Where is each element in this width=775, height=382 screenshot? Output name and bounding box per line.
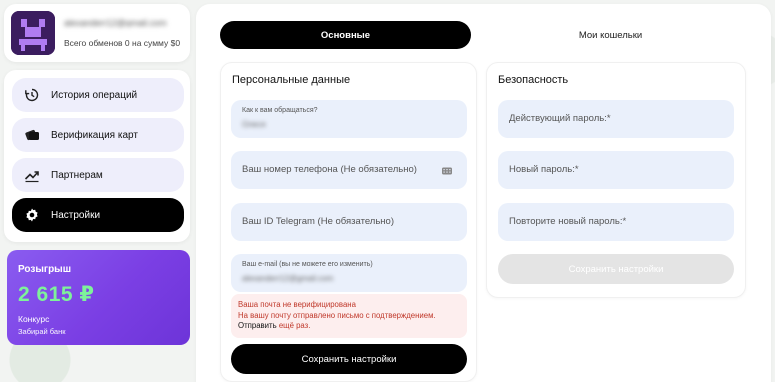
new-password-field[interactable]: Новый пароль:*: [498, 151, 734, 189]
tab-general[interactable]: Основные: [220, 21, 471, 49]
avatar: [11, 11, 55, 55]
settings-panel: Основные Мои кошельки Персональные данны…: [196, 4, 771, 382]
giveaway-subtitle: Забирай банк: [18, 327, 66, 336]
profile-stats: Всего обменов 0 на сумму $0: [64, 38, 181, 48]
sidebar-menu: История операций Верификация карт Партне…: [4, 70, 190, 242]
repeat-password-placeholder: Повторите новый пароль:*: [509, 216, 627, 227]
email-field-label: Ваш e-mail (вы не можете его изменить): [242, 261, 373, 268]
current-password-placeholder: Действующий пароль:*: [509, 113, 611, 124]
name-field-value: Олеся: [242, 120, 266, 129]
new-password-placeholder: Новый пароль:*: [509, 164, 579, 175]
repeat-password-field[interactable]: Повторите новый пароль:*: [498, 203, 734, 241]
telegram-field-placeholder: Ваш ID Telegram (Не обязательно): [242, 216, 394, 227]
email-field-value: alexanderr12@gmail.com: [242, 274, 334, 283]
notice-line-1: Ваша почта не верифицирована: [238, 300, 356, 309]
security-section: Безопасность Действующий пароль:* Новый …: [486, 62, 746, 298]
history-icon: [24, 87, 40, 103]
save-security-button[interactable]: Сохранить настройки: [498, 254, 734, 284]
avatar-icon: [11, 11, 55, 55]
name-field-label: Как к вам обращаться?: [242, 107, 318, 114]
profile-email: alexanderr12@gmail.com: [64, 18, 167, 27]
tab-wallets[interactable]: Мои кошельки: [485, 21, 736, 49]
giveaway-banner[interactable]: Розыгрыш 2 615 ₽ Конкурс Забирай банк: [7, 250, 190, 345]
sidebar-item-label: Настройки: [51, 209, 101, 221]
name-field[interactable]: Как к вам обращаться? Олеся: [231, 100, 467, 138]
giveaway-type: Конкурс: [18, 314, 50, 324]
sidebar-item-history[interactable]: История операций: [12, 78, 184, 112]
giveaway-title: Розыгрыш: [18, 264, 72, 275]
keypad-icon: [441, 164, 453, 176]
giveaway-amount: 2 615 ₽: [18, 283, 95, 306]
personal-data-section: Персональные данные Как к вам обращаться…: [220, 62, 477, 382]
sidebar-item-partners[interactable]: Партнерам: [12, 158, 184, 192]
email-verification-notice: Ваша почта не верифицирована На вашу поч…: [231, 294, 467, 338]
phone-field[interactable]: Ваш номер телефона (Не обязательно): [231, 151, 467, 189]
gear-icon: [24, 207, 40, 223]
notice-rest: ещё раз.: [278, 321, 311, 330]
sidebar-item-card-verification[interactable]: Верификация карт: [12, 118, 184, 152]
notice-line-2: На вашу почту отправлено письмо с подтве…: [238, 310, 436, 320]
resend-link[interactable]: Отправить: [238, 321, 277, 330]
email-field: Ваш e-mail (вы не можете его изменить) a…: [231, 254, 467, 292]
sidebar-item-label: История операций: [51, 89, 138, 101]
section-title: Безопасность: [498, 74, 569, 86]
phone-field-placeholder: Ваш номер телефона (Не обязательно): [242, 164, 417, 175]
sidebar-item-label: Партнерам: [51, 169, 103, 181]
section-title: Персональные данные: [232, 74, 351, 86]
current-password-field[interactable]: Действующий пароль:*: [498, 100, 734, 138]
sidebar-item-settings[interactable]: Настройки: [12, 198, 184, 232]
sidebar-item-label: Верификация карт: [51, 129, 138, 141]
profile-card: alexanderr12@gmail.com Всего обменов 0 н…: [4, 4, 190, 62]
trend-icon: [24, 167, 40, 183]
save-personal-button[interactable]: Сохранить настройки: [231, 344, 467, 374]
card-icon: [24, 127, 40, 143]
telegram-id-field[interactable]: Ваш ID Telegram (Не обязательно): [231, 203, 467, 241]
